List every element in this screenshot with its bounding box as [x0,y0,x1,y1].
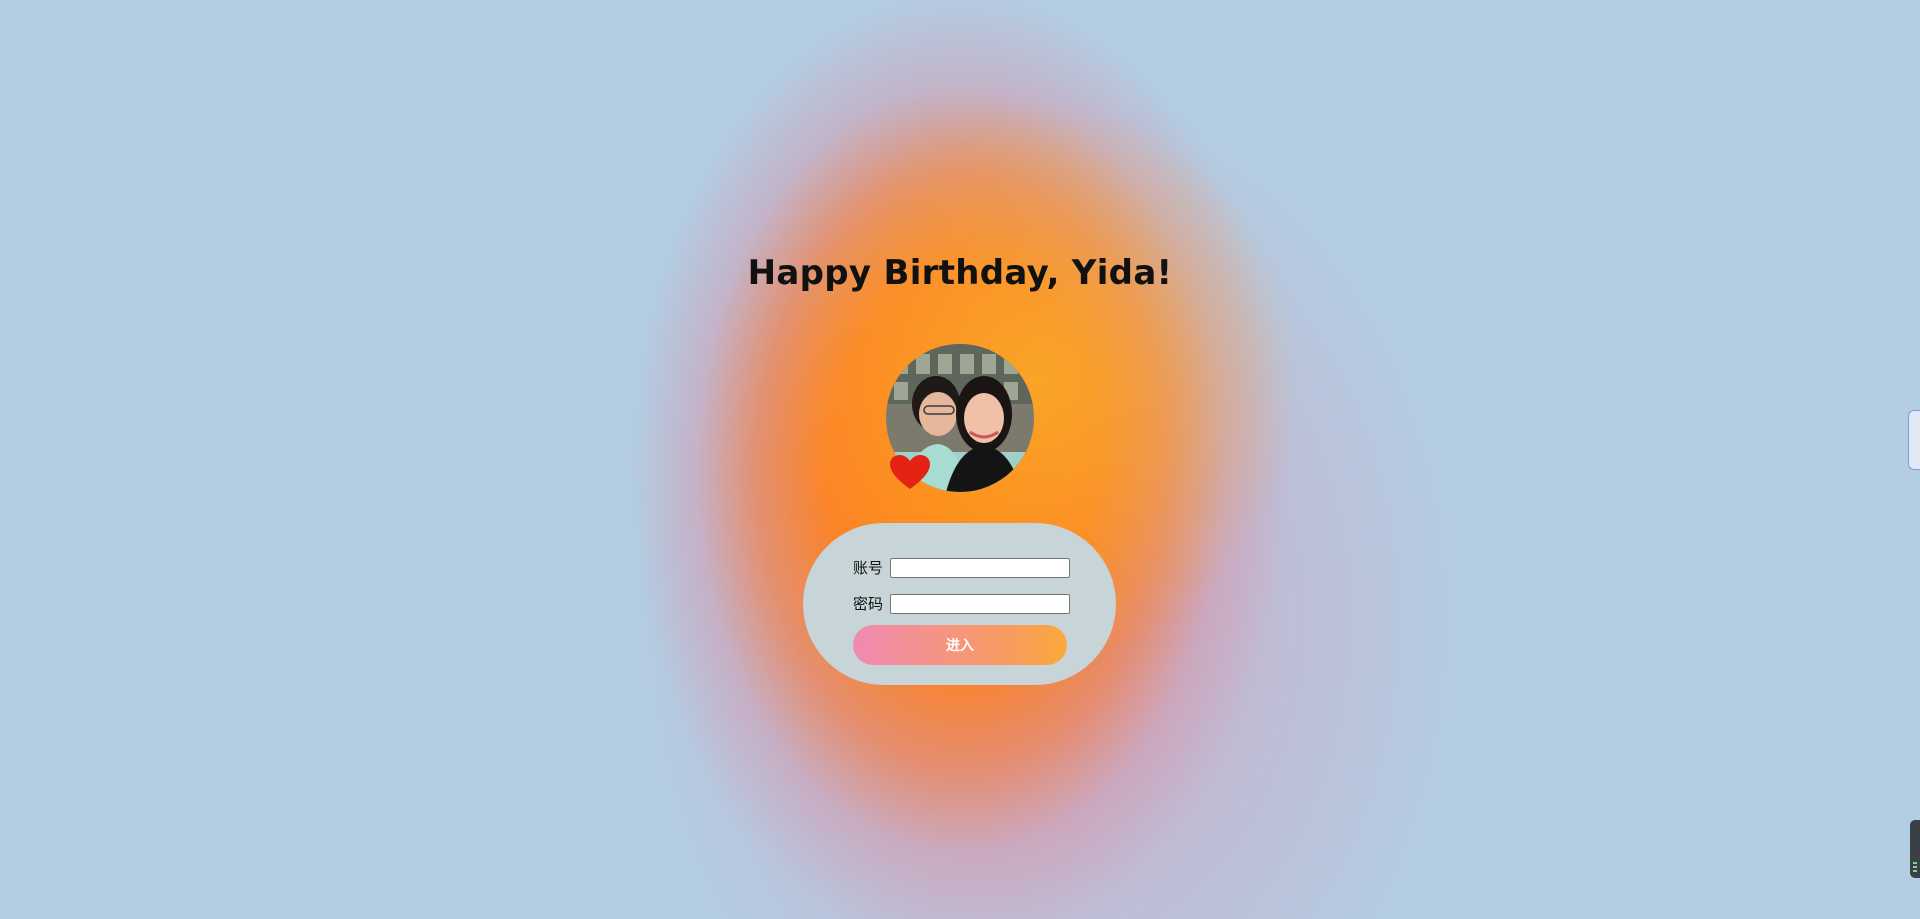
heart-icon [890,455,930,489]
account-input[interactable] [890,557,1070,578]
password-input[interactable] [890,593,1070,614]
account-row: 账号 [853,557,1070,578]
login-card: 账号 密码 进入 [803,523,1116,685]
password-row: 密码 [853,593,1070,614]
page-title: Happy Birthday, Yida! [747,253,1173,293]
side-scroll-handle[interactable] [1908,410,1920,470]
account-label: 账号 [853,559,884,577]
side-widget-tab[interactable] [1910,820,1920,878]
password-label: 密码 [853,595,884,613]
enter-button[interactable]: 进入 [853,625,1067,665]
